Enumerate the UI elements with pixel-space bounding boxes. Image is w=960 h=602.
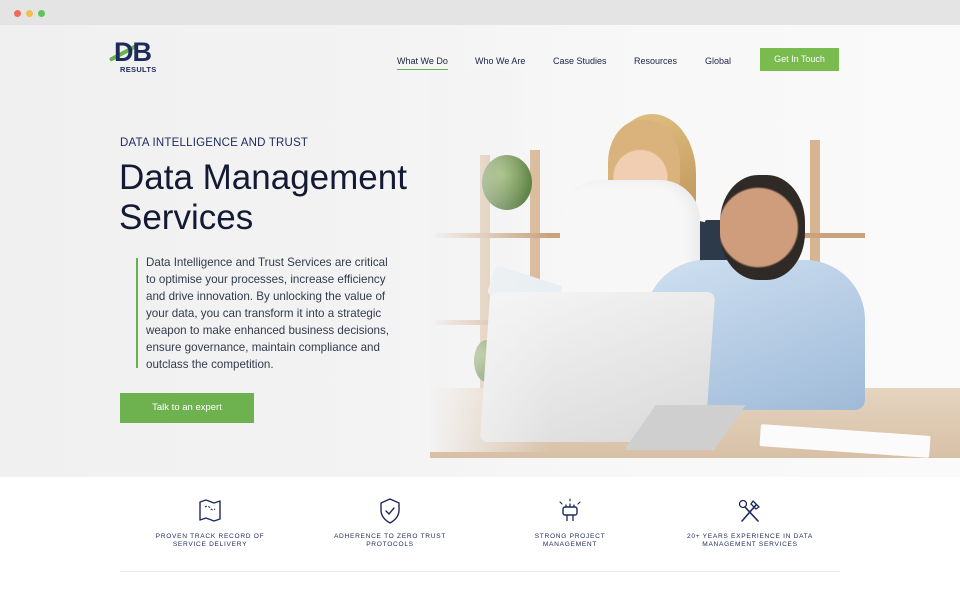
nav-what-we-do[interactable]: What We Do [397,56,448,70]
minimize-window-dot[interactable] [26,10,33,17]
page-title-line1: Data Management [119,158,407,197]
section-divider [120,571,840,572]
feature-years-experience: 20+ YEARS EXPERIENCE IN DATA MANAGEMENT … [665,497,835,549]
shield-check-icon [380,498,400,524]
hero-description: Data Intelligence and Trust Services are… [146,256,389,371]
feature-label-line2: PROTOCOLS [366,541,414,548]
feature-label-line2: SERVICE DELIVERY [172,541,248,548]
get-in-touch-button[interactable]: Get In Touch [760,48,839,71]
nav-case-studies[interactable]: Case Studies [553,56,607,66]
feature-label-line1: ADHERENCE TO ZERO TRUST [333,533,447,540]
tools-icon [738,499,760,522]
maximize-window-dot[interactable] [38,10,45,17]
db-results-logo[interactable]: DB RESULTS [108,37,164,75]
hero-eyebrow: DATA INTELLIGENCE AND TRUST [120,137,309,149]
page-title-line2: Services [119,198,254,237]
nav-resources[interactable]: Resources [634,56,677,66]
logo-subtext: RESULTS [120,65,157,74]
nav-who-we-are[interactable]: Who We Are [475,56,525,66]
close-window-dot[interactable] [14,10,21,17]
feature-label-line2: MANAGEMENT SERVICES [702,541,798,548]
browser-chrome [0,0,960,25]
feature-track-record: PROVEN TRACK RECORD OF SERVICE DELIVERY [125,497,295,549]
feature-zero-trust: ADHERENCE TO ZERO TRUST PROTOCOLS [305,497,475,549]
page-title: Data Management Services [119,158,439,238]
feature-label-line2: MANAGEMENT [542,541,598,548]
photo-fade [430,70,550,452]
talk-to-expert-button[interactable]: Talk to an expert [120,393,254,423]
feature-project-management: STRONG PROJECT MANAGEMENT [485,497,655,549]
feature-label-line1: STRONG PROJECT [534,533,606,540]
map-icon [199,499,221,522]
nav-global[interactable]: Global [705,56,731,66]
description-accent-bar [136,258,138,368]
logo-mark: DB [114,37,152,67]
teamwork-icon [559,498,581,521]
feature-label-line1: 20+ YEARS EXPERIENCE IN DATA [686,533,814,540]
feature-label-line1: PROVEN TRACK RECORD OF [155,533,265,540]
